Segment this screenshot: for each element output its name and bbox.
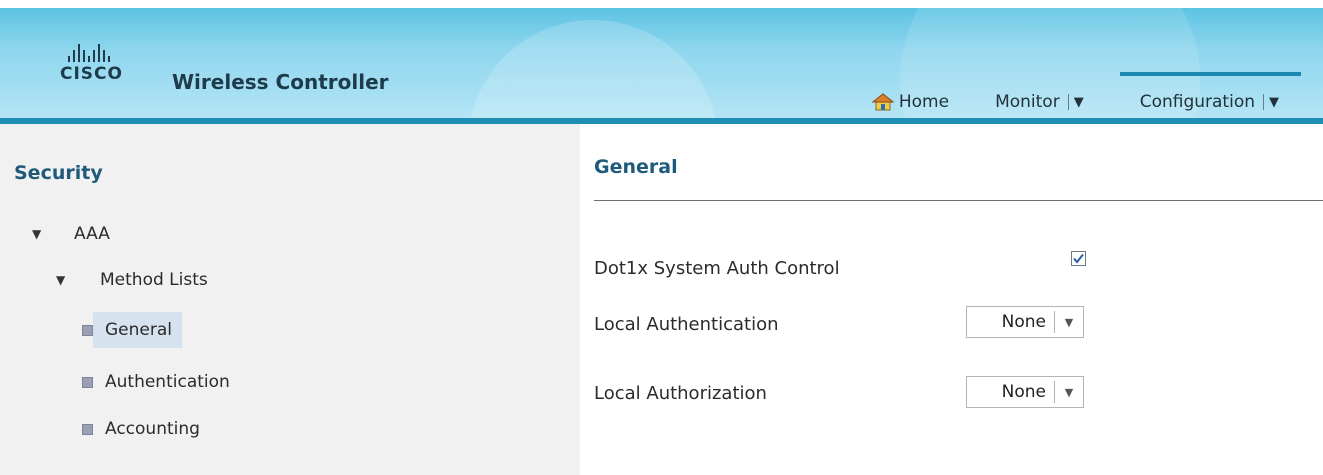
tree-node-label: AAA: [74, 224, 110, 244]
sidebar-item-label: Authentication: [105, 372, 230, 392]
caret-down-icon[interactable]: ▼: [1074, 95, 1084, 110]
local-authorization-label: Local Authorization: [594, 383, 767, 404]
cisco-logo: CISCO: [60, 44, 123, 84]
chevron-down-icon[interactable]: ▼: [1055, 316, 1083, 329]
tree-node-label: Method Lists: [100, 270, 208, 290]
nav-active-indicator: [1119, 72, 1301, 76]
nav-monitor[interactable]: Monitor ▼: [995, 86, 1084, 118]
dot1x-label: Dot1x System Auth Control: [594, 258, 840, 279]
select-value: None: [1001, 312, 1046, 332]
app-window: CISCO Wireless Controller Home Monitor ▼…: [0, 0, 1323, 475]
page-title: General: [594, 156, 678, 178]
header-gloss-decoration: [468, 20, 718, 124]
nav-configuration[interactable]: Configuration ▼: [1119, 72, 1301, 118]
tree-leaf-bullet-icon: [82, 376, 93, 388]
sidebar-item-label: General: [93, 312, 182, 348]
local-authentication-label: Local Authentication: [594, 314, 779, 335]
local-authentication-select[interactable]: None ▼: [966, 306, 1084, 338]
product-title: Wireless Controller: [172, 70, 389, 94]
chevron-down-icon[interactable]: ▼: [1055, 386, 1083, 399]
nav-home[interactable]: Home: [871, 86, 950, 118]
sidebar: Security ▼ AAA ▼ Method Lists General Au…: [0, 124, 580, 475]
sidebar-title: Security: [14, 162, 103, 184]
title-divider: [594, 200, 1323, 201]
caret-down-icon[interactable]: ▼: [1269, 95, 1279, 110]
tree-node-method-lists[interactable]: ▼ Method Lists: [56, 270, 208, 290]
sidebar-item-authentication[interactable]: Authentication: [82, 364, 240, 400]
nav-separator: [1263, 94, 1264, 110]
nav-home-label: Home: [898, 92, 950, 112]
select-value: None: [1001, 382, 1046, 402]
tree-node-aaa[interactable]: ▼ AAA: [32, 224, 110, 244]
local-authorization-select[interactable]: None ▼: [966, 376, 1084, 408]
nav-separator: [1067, 94, 1069, 110]
sidebar-item-label: Accounting: [105, 419, 200, 439]
nav-configuration-label: Configuration: [1139, 92, 1255, 112]
nav-monitor-label: Monitor: [995, 92, 1060, 112]
tree-expanded-icon[interactable]: ▼: [32, 227, 46, 241]
cisco-bars-icon: [68, 44, 123, 62]
app-header: CISCO Wireless Controller Home Monitor ▼…: [0, 0, 1323, 124]
home-icon: [871, 93, 894, 111]
tree-leaf-bullet-icon: [82, 423, 93, 435]
main-panel: General Dot1x System Auth Control Local …: [580, 124, 1323, 475]
tree-expanded-icon[interactable]: ▼: [56, 273, 70, 287]
sidebar-item-general[interactable]: General: [82, 312, 182, 348]
cisco-wordmark: CISCO: [60, 64, 123, 84]
sidebar-item-accounting[interactable]: Accounting: [82, 411, 210, 447]
dot1x-checkbox[interactable]: [1071, 251, 1086, 266]
checkbox-checked-icon: [1073, 253, 1084, 264]
top-nav: Home Monitor ▼ Configuration ▼: [871, 72, 1323, 118]
tree-leaf-bullet-icon: [82, 324, 93, 336]
